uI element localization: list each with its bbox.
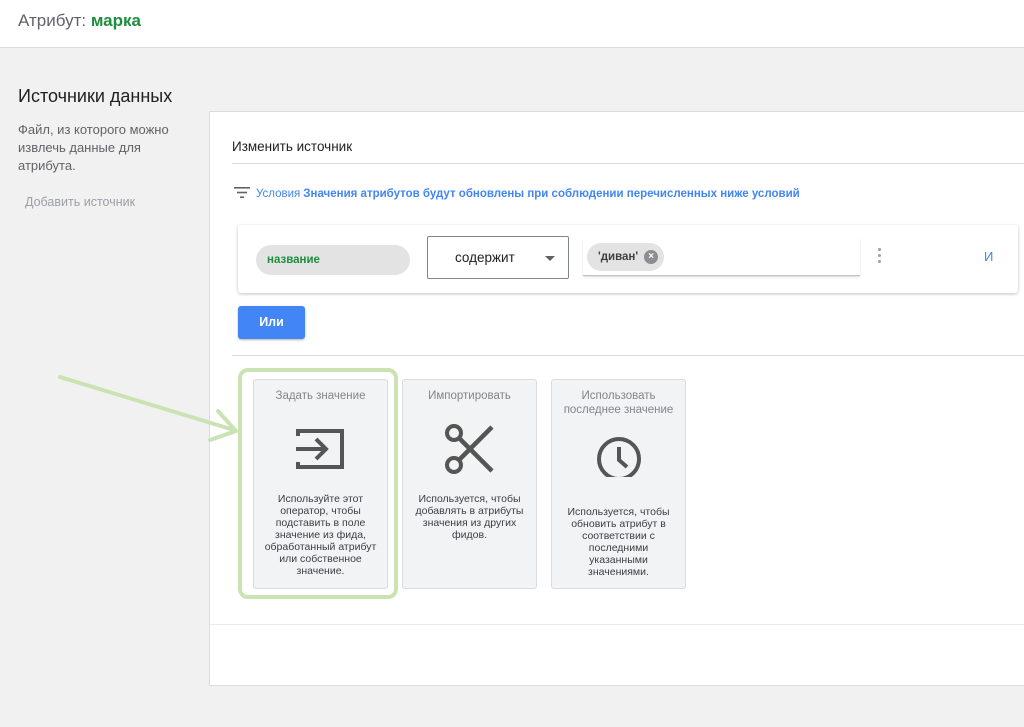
and-button[interactable]: И xyxy=(984,249,993,264)
divider xyxy=(210,624,1024,625)
panel-title: Изменить источник xyxy=(232,139,353,154)
clock-icon xyxy=(597,437,641,477)
attribute-chip[interactable]: название xyxy=(256,245,410,275)
conditions-line: Условия Значения атрибутов будут обновлен… xyxy=(234,187,800,200)
attribute-title: Атрибут: марка xyxy=(18,11,141,31)
or-button[interactable]: Или xyxy=(238,306,305,339)
sidebar-description: Файл, из которого можно извлечь данные д… xyxy=(18,122,169,173)
conditions-label[interactable]: Условия xyxy=(256,188,300,200)
input-arrow-icon xyxy=(296,429,344,469)
operator-card-title: Задать значение xyxy=(275,390,366,402)
more-vert-icon[interactable] xyxy=(878,248,882,268)
add-source-link[interactable]: Добавить источник xyxy=(25,195,135,209)
conditions-text: Значения атрибутов будут обновлены при с… xyxy=(303,188,800,200)
value-chip-label: 'диван' xyxy=(598,251,639,263)
value-chip: 'диван' × xyxy=(587,243,665,271)
remove-chip-icon[interactable]: × xyxy=(644,250,659,264)
divider xyxy=(232,163,1024,164)
operator-card-description: Используйте этот оператор, чтобы подстав… xyxy=(264,493,377,577)
edit-source-panel: Изменить источник Условия Значения атрибу… xyxy=(209,111,1024,686)
dropdown-caret-icon xyxy=(545,256,555,261)
top-bar: Атрибут: марка xyxy=(0,0,1024,48)
operator-card-description: Используется, чтобы добавлять в атрибуты… xyxy=(415,493,524,541)
pointer-arrow-icon xyxy=(58,375,238,442)
operator-select-value: содержит xyxy=(455,250,515,265)
value-input[interactable]: 'диван' × xyxy=(583,239,860,276)
condition-rule-card: название содержит 'диван' × И xyxy=(238,225,1018,293)
attribute-title-prefix: Атрибут: xyxy=(18,11,91,30)
scissors-icon xyxy=(445,424,494,474)
operator-card-title: Использовать последнее значение xyxy=(563,390,674,416)
attribute-name: марка xyxy=(90,11,141,30)
operator-card-description: Используется, чтобы обновить атрибут в с… xyxy=(567,506,670,578)
operator-card-set-value[interactable]: Задать значение Используйте этот операто… xyxy=(253,379,388,589)
operator-card-title: Импортировать xyxy=(428,390,511,402)
operator-card-last-value[interactable]: Использовать последнее значение Использу… xyxy=(551,379,686,589)
sidebar-heading: Источники данных xyxy=(18,86,173,106)
filter-icon xyxy=(234,187,250,198)
operator-card-import[interactable]: Импортировать Используется, чтобы добавл… xyxy=(402,379,537,589)
operator-select[interactable]: содержит xyxy=(427,236,569,279)
divider xyxy=(232,355,1024,356)
